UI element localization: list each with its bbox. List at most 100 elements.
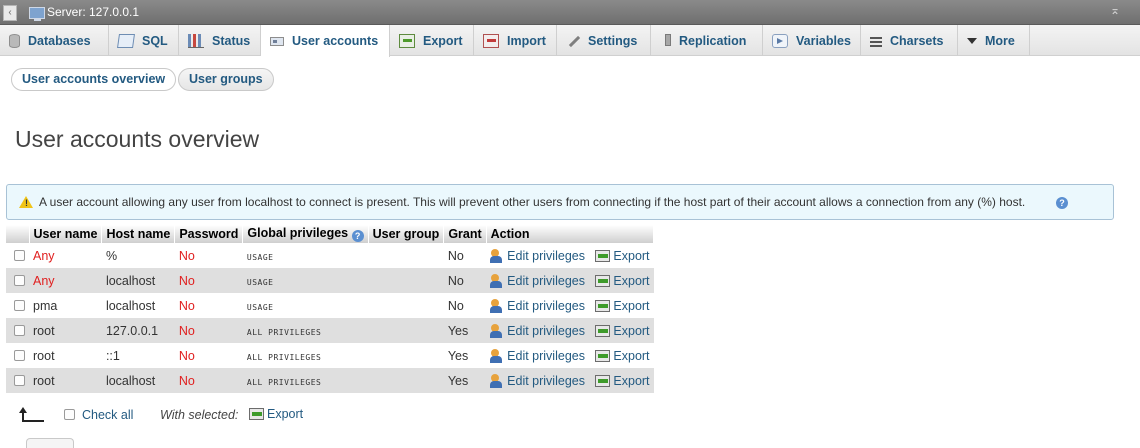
password-cell: No	[174, 268, 243, 293]
edit-privileges-link[interactable]: Edit privileges	[490, 373, 585, 388]
edit-privileges-link[interactable]: Edit privileges	[490, 248, 585, 263]
main-tabs: Databases SQL Status User accounts Expor…	[0, 25, 1140, 57]
edit-privileges-icon	[490, 298, 504, 313]
host-name-cell: localhost	[101, 268, 175, 293]
tab-status[interactable]: Status	[179, 25, 261, 56]
user-name-cell: Any	[29, 268, 102, 293]
export-icon	[595, 349, 611, 362]
subtab-user-accounts-overview[interactable]: User accounts overview	[11, 68, 177, 91]
tab-variables[interactable]: Variables	[763, 25, 861, 56]
host-name-cell: localhost	[101, 368, 175, 393]
row-checkbox[interactable]	[14, 274, 25, 286]
server-title-bar: ‹ Server: 127.0.0.1 ⌅	[0, 0, 1140, 25]
partial-button[interactable]	[26, 438, 74, 448]
sql-icon	[117, 33, 135, 48]
tab-sql[interactable]: SQL	[109, 25, 179, 56]
export-link[interactable]: Export	[595, 374, 650, 388]
edit-privileges-link[interactable]: Edit privileges	[490, 298, 585, 313]
header-user-name[interactable]: User name	[29, 225, 103, 243]
export-link[interactable]: Export	[595, 249, 650, 263]
export-icon	[595, 324, 611, 337]
user-accounts-table: User name Host name Password Global priv…	[6, 225, 655, 393]
tab-charsets[interactable]: Charsets	[861, 25, 958, 56]
table-row: root localhost No ALL PRIVILEGES Yes Edi…	[6, 368, 654, 393]
row-checkbox[interactable]	[14, 374, 25, 386]
password-cell: No	[174, 318, 243, 343]
tab-settings[interactable]: Settings	[557, 25, 651, 56]
user-name-cell: Any	[29, 243, 102, 268]
row-checkbox[interactable]	[14, 299, 25, 311]
subtab-user-groups[interactable]: User groups	[178, 68, 274, 91]
user-group-cell	[368, 243, 444, 268]
header-global-privileges-label: Global privileges	[247, 226, 349, 240]
tab-user-accounts[interactable]: User accounts	[261, 25, 390, 57]
edit-privileges-icon	[490, 273, 504, 288]
with-selected-label: With selected:	[160, 408, 239, 422]
password-cell: No	[174, 293, 243, 318]
user-group-cell	[368, 368, 444, 393]
password-cell: No	[174, 343, 243, 368]
tab-replication[interactable]: Replication	[651, 25, 763, 56]
help-icon[interactable]: ?	[351, 230, 364, 242]
header-global-privileges: Global privileges ?	[242, 225, 369, 243]
header-password[interactable]: Password	[174, 225, 244, 243]
server-title: Server: 127.0.0.1	[47, 5, 140, 19]
edit-privileges-link[interactable]: Edit privileges	[490, 273, 585, 288]
edit-privileges-icon	[490, 248, 504, 263]
export-icon	[595, 249, 611, 262]
privileges-cell: ALL PRIVILEGES	[246, 377, 322, 387]
header-host-name[interactable]: Host name	[101, 225, 176, 243]
export-link[interactable]: Export	[595, 299, 650, 313]
grant-cell: Yes	[443, 368, 487, 393]
page-title: User accounts overview	[15, 126, 260, 152]
bulk-export-button[interactable]: Export	[249, 407, 303, 421]
tab-label: Status	[212, 33, 251, 48]
tab-databases[interactable]: Databases	[0, 25, 109, 56]
host-name-cell: ::1	[101, 343, 175, 368]
edit-privileges-icon	[490, 373, 504, 388]
tab-label: User accounts	[292, 34, 379, 48]
header-checkbox-col	[6, 225, 30, 243]
password-cell: No	[174, 368, 243, 393]
user-name-cell: root	[29, 318, 102, 343]
edit-privileges-icon	[490, 348, 504, 363]
export-link[interactable]: Export	[595, 324, 650, 338]
import-icon	[483, 33, 499, 48]
caret-down-icon	[967, 37, 977, 44]
check-all-checkbox[interactable]	[64, 409, 75, 420]
check-all-label[interactable]: Check all	[82, 408, 133, 422]
tab-label: Databases	[28, 33, 91, 48]
row-checkbox[interactable]	[14, 249, 25, 261]
tab-label: Variables	[796, 33, 851, 48]
table-row: Any localhost No USAGE No Edit privilege…	[6, 268, 654, 293]
edit-privileges-link[interactable]: Edit privileges	[490, 323, 585, 338]
export-link[interactable]: Export	[595, 349, 650, 363]
row-checkbox[interactable]	[14, 324, 25, 336]
table-row: root 127.0.0.1 No ALL PRIVILEGES Yes Edi…	[6, 318, 654, 343]
host-name-cell: %	[101, 243, 175, 268]
status-icon	[188, 33, 204, 48]
user-name-cell: root	[29, 368, 102, 393]
tab-export[interactable]: Export	[390, 25, 474, 56]
notice-text: A user account allowing any user from lo…	[39, 195, 1026, 209]
select-arrow-icon	[18, 407, 44, 423]
users-icon	[270, 36, 284, 46]
collapse-top-icon[interactable]: ⌅	[1110, 4, 1120, 16]
tab-import[interactable]: Import	[474, 25, 557, 56]
tab-label: Charsets	[890, 33, 944, 48]
host-name-cell: 127.0.0.1	[101, 318, 175, 343]
server-icon	[29, 7, 45, 21]
variables-icon	[772, 33, 788, 48]
export-link[interactable]: Export	[595, 274, 650, 288]
navigation-back-icon[interactable]: ‹	[3, 5, 17, 21]
row-checkbox[interactable]	[14, 349, 25, 361]
edit-privileges-link[interactable]: Edit privileges	[490, 348, 585, 363]
tab-label: More	[985, 33, 1015, 48]
tab-more[interactable]: More	[958, 25, 1030, 56]
help-icon[interactable]: ?	[1056, 197, 1068, 209]
grant-cell: Yes	[443, 318, 487, 343]
tab-label: Settings	[588, 33, 638, 48]
export-icon	[595, 274, 611, 287]
table-row: root ::1 No ALL PRIVILEGES Yes Edit priv…	[6, 343, 654, 368]
wrench-icon	[566, 34, 580, 48]
